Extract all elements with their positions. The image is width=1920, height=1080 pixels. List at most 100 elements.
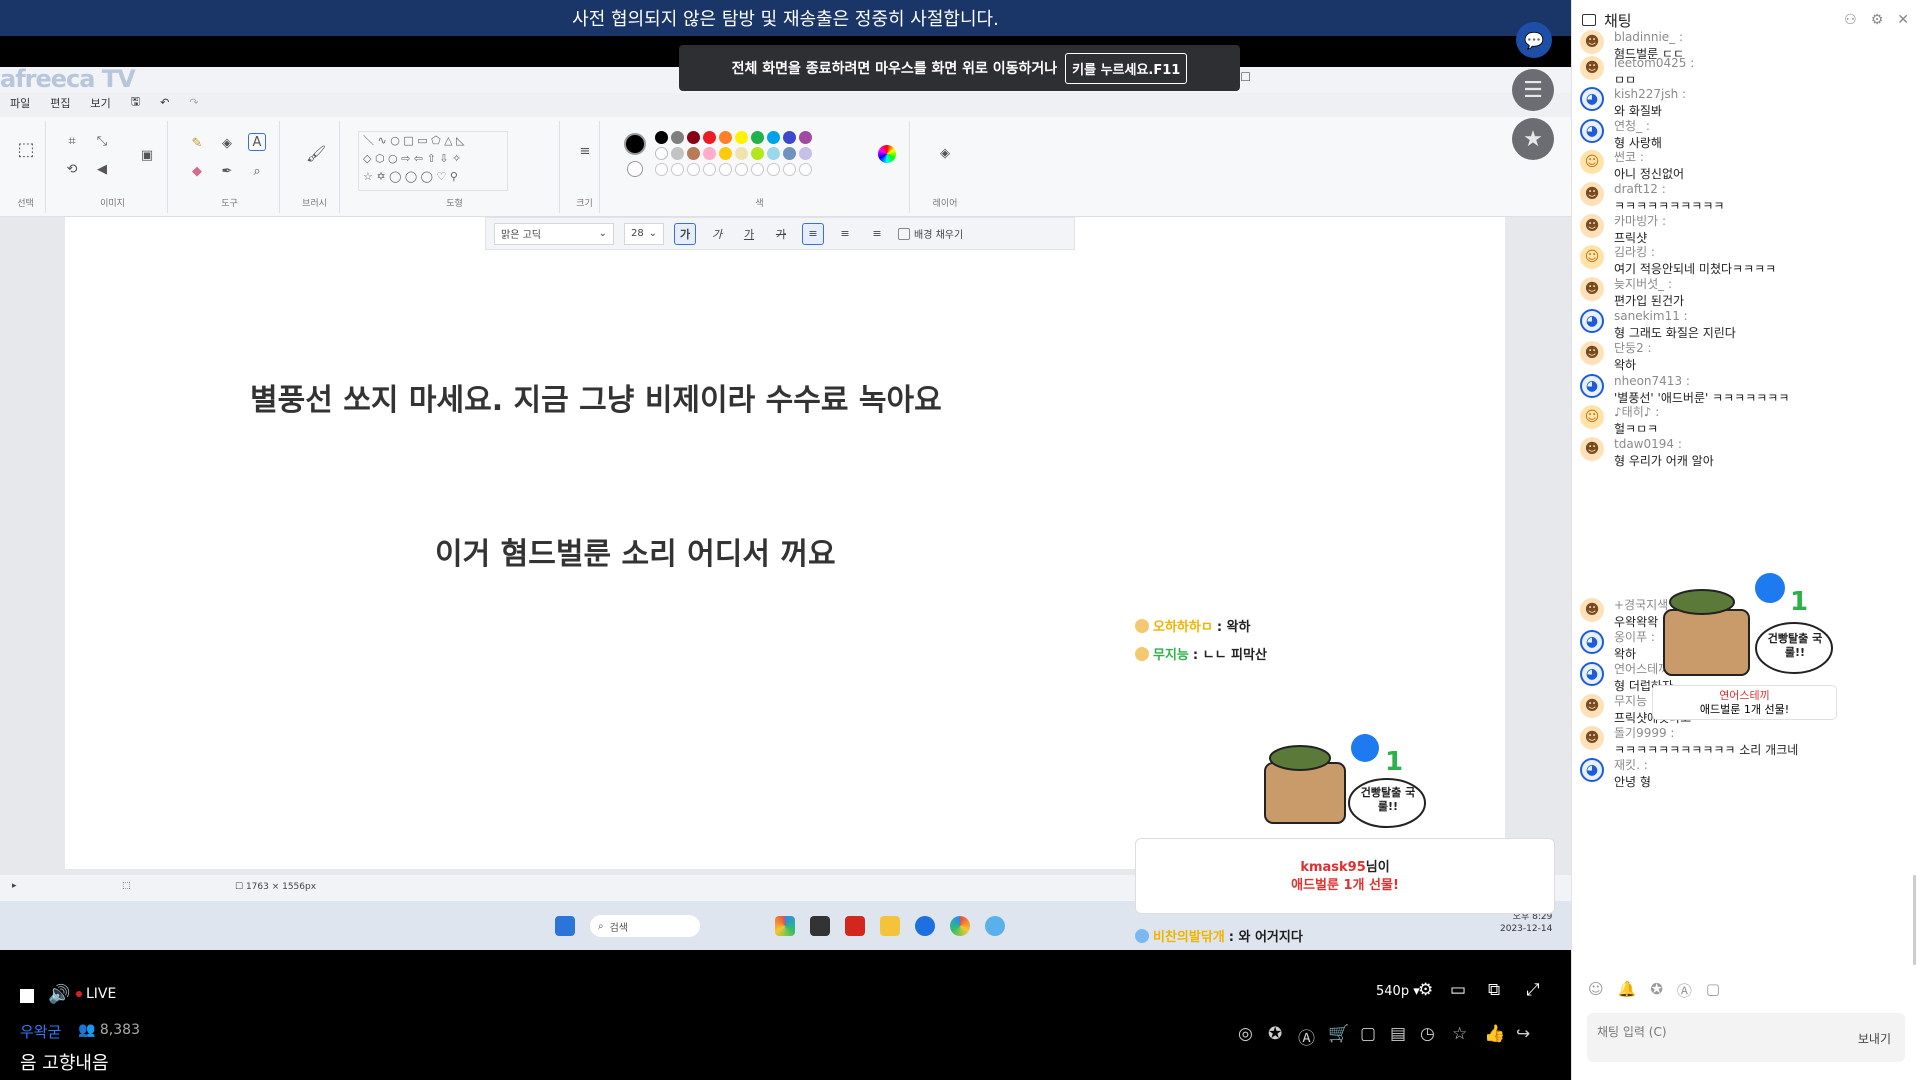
chat-username[interactable]: 썬코 : <box>1614 150 1684 164</box>
chat-message: ☻ 카마빙가 : 프릭샷 <box>1580 214 1666 246</box>
avatar[interactable]: ◕ <box>1580 758 1604 782</box>
chat-username[interactable]: leetom0425 : <box>1614 56 1694 70</box>
sticker-icon[interactable]: ✪ <box>1650 980 1663 1001</box>
chat-username[interactable]: 늦지버섯_ : <box>1614 277 1684 291</box>
share-icon[interactable]: ↪ <box>1516 1024 1530 1044</box>
chat-username[interactable]: 김라킹 : <box>1614 245 1776 259</box>
calendar-icon[interactable]: ▤ <box>1390 1024 1406 1044</box>
avatar[interactable]: ☺ <box>1580 150 1604 174</box>
shop-icon[interactable]: 🛒 <box>1328 1024 1349 1044</box>
color-swatch <box>799 131 812 144</box>
streamer-name[interactable]: 우왁굳 <box>20 1021 61 1042</box>
chat-message: ☻ 늦지버섯_ : 편가입 된건가 <box>1580 277 1684 309</box>
color-swatch <box>687 131 700 144</box>
bell-icon[interactable]: 🔔 <box>1618 980 1637 1001</box>
chat-username[interactable]: tdaw0194 : <box>1614 437 1714 451</box>
pip-icon[interactable]: ⧉ <box>1488 980 1500 1000</box>
chat-message: ◕ 재킷. : 안녕 형 <box>1580 758 1651 790</box>
overlay-chat-text: : 와 어거지다 <box>1228 930 1303 945</box>
save-icon: 🖫 <box>130 95 141 108</box>
settings-icon[interactable]: ⚙ <box>1418 980 1433 1000</box>
color1-swatch <box>624 133 646 155</box>
eraser-icon: ◆ <box>192 164 202 179</box>
avatar[interactable]: ◕ <box>1580 662 1604 686</box>
quality-selector[interactable]: 540p ▾ <box>1376 984 1420 999</box>
chat-scrollbar[interactable] <box>1913 875 1916 965</box>
chat-bubble-icon[interactable]: 💬 <box>1516 22 1552 58</box>
taskbar-search: ⌕ 검색 <box>590 915 700 937</box>
avatar[interactable]: ☻ <box>1580 56 1604 80</box>
color-swatch <box>671 131 684 144</box>
italic-icon: 가 <box>711 227 723 241</box>
color-swatch <box>783 131 796 144</box>
align-left-icon: ≡ <box>802 222 824 245</box>
chat-username[interactable]: sanekim11 : <box>1614 309 1736 323</box>
chat-username[interactable]: 카마빙가 : <box>1614 214 1666 228</box>
chat-username[interactable]: 단둥2 : <box>1614 341 1652 355</box>
sticker-icon[interactable]: ✪ <box>1268 1024 1282 1044</box>
chat-message: ☻ tdaw0194 : 형 우리가 어캐 알아 <box>1580 437 1714 469</box>
chat-text: 여기 적응안되네 미쳤다ㅋㅋㅋㅋ <box>1614 262 1777 276</box>
chat-username[interactable]: draft12 : <box>1614 182 1724 196</box>
video-player[interactable]: afreeca TV — ☐ 파일 편집 보기 🖫 ↶ ↷ ⬚ 선택 ⌗ ⤡ <box>0 0 1571 1080</box>
avatar[interactable]: ☻ <box>1580 277 1604 301</box>
chat-text: ㅋㅋㅋㅋㅋㅋㅋㅋㅋㅋ <box>1614 199 1725 213</box>
menu-icon[interactable]: ☰ <box>1512 69 1554 111</box>
chat-username[interactable]: 돌기9999 : <box>1614 726 1798 740</box>
overlay-chat-name: 무지능 <box>1153 648 1189 663</box>
stop-button[interactable] <box>20 989 34 1003</box>
chat-username[interactable]: 재킷. : <box>1614 758 1651 772</box>
avatar[interactable]: ☺ <box>1580 245 1604 269</box>
close-icon[interactable]: ✕ <box>1897 12 1909 28</box>
chat-text: 형 사랑해 <box>1614 136 1662 150</box>
like-icon[interactable]: 👍 <box>1484 1024 1505 1044</box>
chat-text: 안녕 형 <box>1614 775 1651 789</box>
avatar[interactable]: ☻ <box>1580 341 1604 365</box>
avatar <box>1135 928 1149 943</box>
volume-icon[interactable]: 🔊 <box>48 984 70 1005</box>
avatar[interactable]: ☻ <box>1580 30 1604 54</box>
menu-file: 파일 <box>10 96 31 110</box>
chat-username[interactable]: kish227jsh : <box>1614 87 1686 101</box>
send-button[interactable]: 보내기 <box>1858 1030 1891 1047</box>
chat-input[interactable]: 채팅 입력 (C) 보내기 <box>1587 1013 1905 1062</box>
chat-username[interactable]: bladinnie_ : <box>1614 30 1684 44</box>
avatar[interactable]: ☻ <box>1580 437 1604 461</box>
fullscreen-icon[interactable]: ⤢ <box>1526 980 1540 1000</box>
group-label: 도형 <box>446 199 463 209</box>
chat-username[interactable]: 옹이푸 : <box>1614 630 1655 644</box>
chat-message-list[interactable]: ☻ bladinnie_ : 혐드벌룬 ㄷㄷ ☻ leetom0425 : ㅁㅁ ◕ kish… <box>1572 30 1920 970</box>
history-icon[interactable]: ◷ <box>1420 1024 1435 1044</box>
ad-balloon-icon[interactable]: Ⓐ <box>1298 1024 1315 1049</box>
avatar[interactable]: ☻ <box>1580 726 1604 750</box>
avatar[interactable]: ◕ <box>1580 630 1604 654</box>
avatar[interactable]: ◕ <box>1580 87 1604 111</box>
chat-username[interactable]: ♪태히♪ : <box>1614 405 1659 419</box>
avatar[interactable]: ◕ <box>1580 374 1604 398</box>
shapes-gallery: ＼ ∿ ○ □ ▭ ⬠ △ ◺ ◇ ⬡ ○ ⇨ ⇦ ⇧ ⇩ ✧ ☆ ✡ ◯ ◯ ◯ … <box>358 131 508 191</box>
overlay-chat-text: : ㄴㄴ 피막산 <box>1192 648 1267 663</box>
color-swatch <box>655 147 668 160</box>
emoji-icon[interactable]: ☺ <box>1588 980 1604 1001</box>
ad-balloon-icon[interactable]: Ⓐ <box>1677 980 1692 1001</box>
star-icon[interactable]: ★ <box>1512 118 1554 160</box>
avatar[interactable]: ☻ <box>1580 214 1604 238</box>
favorite-icon[interactable]: ☆ <box>1452 1024 1467 1044</box>
balloon-icon[interactable]: ◎ <box>1238 1024 1253 1044</box>
avatar[interactable]: ◕ <box>1580 119 1604 143</box>
avatar[interactable]: ◕ <box>1580 309 1604 333</box>
copilot-icon <box>775 916 795 936</box>
gear-icon[interactable]: ⚙ <box>1871 12 1884 28</box>
avatar[interactable]: ☺ <box>1580 405 1604 429</box>
participants-icon[interactable]: ⚇ <box>1844 12 1857 28</box>
align-center-icon: ≡ <box>840 227 850 240</box>
theater-mode-icon[interactable]: ▭ <box>1450 980 1466 1000</box>
avatar[interactable]: ☻ <box>1580 598 1604 622</box>
color-swatch <box>751 147 764 160</box>
chat-username[interactable]: 연청_ : <box>1614 119 1662 133</box>
chat-username[interactable]: nheon7413 : <box>1614 374 1789 388</box>
avatar[interactable]: ☻ <box>1580 182 1604 206</box>
clip-icon[interactable]: ▢ <box>1706 980 1720 1001</box>
clip-icon[interactable]: ▢ <box>1360 1024 1376 1044</box>
avatar[interactable]: ☻ <box>1580 694 1604 718</box>
